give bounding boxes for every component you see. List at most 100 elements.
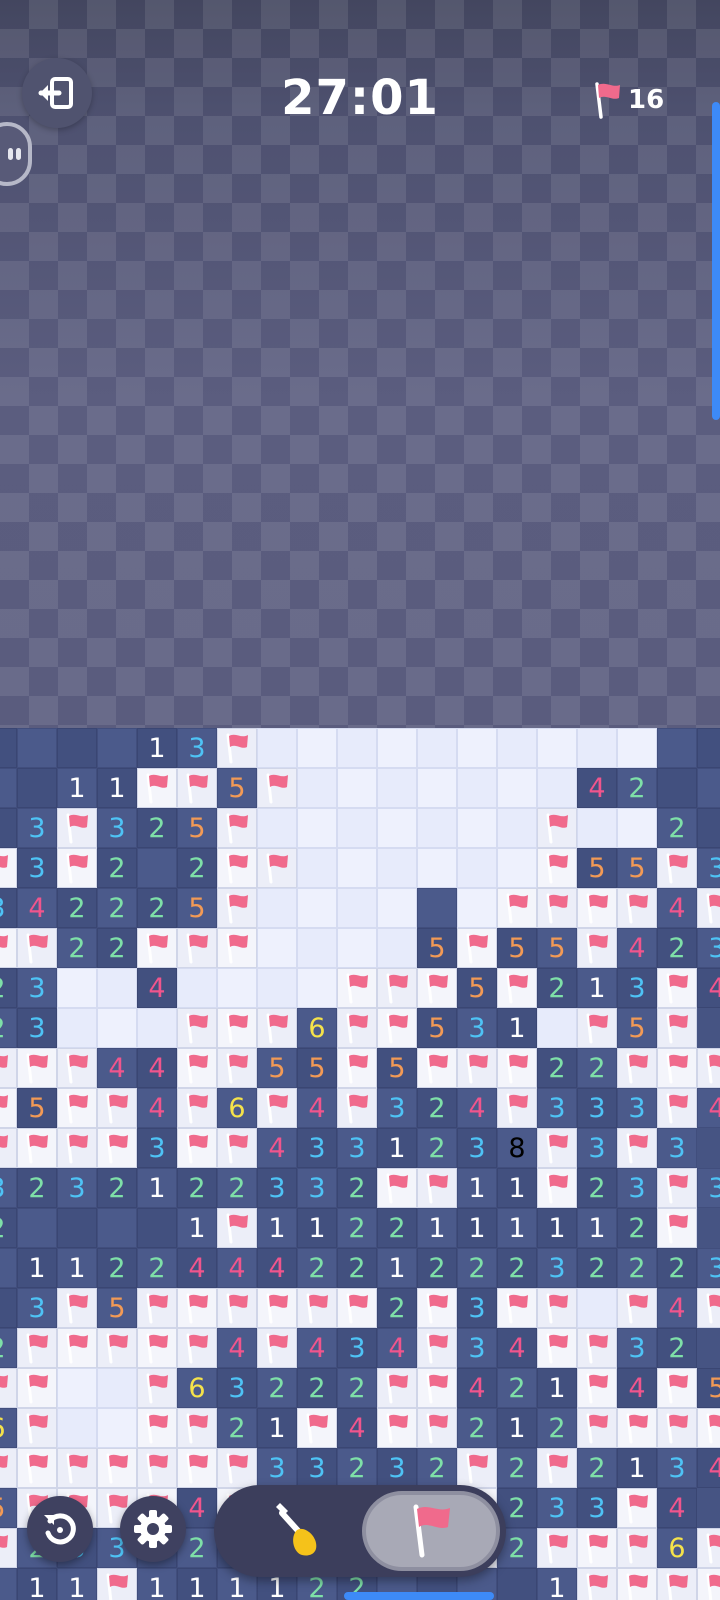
- number-tile[interactable]: 2: [17, 1168, 57, 1208]
- flagged-tile[interactable]: [697, 1048, 720, 1088]
- number-tile[interactable]: 2: [57, 888, 97, 928]
- open-tile[interactable]: [417, 848, 457, 888]
- horizontal-scrollbar[interactable]: [344, 1592, 494, 1600]
- open-tile[interactable]: [497, 728, 537, 768]
- flagged-tile[interactable]: [177, 1328, 217, 1368]
- open-tile[interactable]: [577, 728, 617, 768]
- number-tile[interactable]: 2: [337, 1448, 377, 1488]
- flagged-tile[interactable]: [57, 1288, 97, 1328]
- hidden-tile[interactable]: [57, 728, 97, 768]
- flagged-tile[interactable]: [217, 1008, 257, 1048]
- hidden-tile[interactable]: [57, 1208, 97, 1248]
- number-tile[interactable]: 2: [137, 808, 177, 848]
- flagged-tile[interactable]: [497, 1048, 537, 1088]
- number-tile[interactable]: 3: [57, 1168, 97, 1208]
- flagged-tile[interactable]: [177, 1128, 217, 1168]
- open-tile[interactable]: [257, 968, 297, 1008]
- number-tile[interactable]: 4: [297, 1328, 337, 1368]
- number-tile[interactable]: 1: [177, 1208, 217, 1248]
- flagged-tile[interactable]: [0, 1048, 17, 1088]
- flagged-tile[interactable]: [297, 1288, 337, 1328]
- number-tile[interactable]: 1: [297, 1208, 337, 1248]
- number-tile[interactable]: 6: [657, 1528, 697, 1568]
- open-tile[interactable]: [377, 928, 417, 968]
- open-tile[interactable]: [497, 808, 537, 848]
- flagged-tile[interactable]: [17, 928, 57, 968]
- flagged-tile[interactable]: [257, 768, 297, 808]
- flagged-tile[interactable]: [57, 1128, 97, 1168]
- flagged-tile[interactable]: [97, 1328, 137, 1368]
- flagged-tile[interactable]: [17, 1408, 57, 1448]
- flagged-tile[interactable]: [497, 1088, 537, 1128]
- flagged-tile[interactable]: [617, 1128, 657, 1168]
- number-tile[interactable]: 2: [97, 1168, 137, 1208]
- hidden-tile[interactable]: [417, 888, 457, 928]
- flagged-tile[interactable]: [217, 1288, 257, 1328]
- number-tile[interactable]: 2: [457, 1408, 497, 1448]
- number-tile[interactable]: 4: [617, 928, 657, 968]
- hidden-tile[interactable]: [97, 728, 137, 768]
- number-tile[interactable]: 2: [97, 848, 137, 888]
- number-tile[interactable]: 1: [57, 1568, 97, 1600]
- flagged-tile[interactable]: [537, 1328, 577, 1368]
- open-tile[interactable]: [457, 888, 497, 928]
- flagged-tile[interactable]: [297, 1408, 337, 1448]
- number-tile[interactable]: 2: [657, 1328, 697, 1368]
- number-tile[interactable]: 5: [617, 848, 657, 888]
- number-tile[interactable]: 1: [17, 1568, 57, 1600]
- open-tile[interactable]: [297, 768, 337, 808]
- flagged-tile[interactable]: [377, 968, 417, 1008]
- number-tile[interactable]: 2: [657, 1248, 697, 1288]
- flagged-tile[interactable]: [337, 1088, 377, 1128]
- number-tile[interactable]: 2: [0, 968, 17, 1008]
- number-tile[interactable]: 3: [457, 1008, 497, 1048]
- number-tile[interactable]: 4: [137, 1088, 177, 1128]
- flagged-tile[interactable]: [257, 1288, 297, 1328]
- number-tile[interactable]: 2: [417, 1448, 457, 1488]
- open-tile[interactable]: [617, 808, 657, 848]
- open-tile[interactable]: [57, 1408, 97, 1448]
- open-tile[interactable]: [377, 808, 417, 848]
- number-tile[interactable]: 2: [337, 1168, 377, 1208]
- number-tile[interactable]: 2: [497, 1448, 537, 1488]
- number-tile[interactable]: 1: [617, 1448, 657, 1488]
- flagged-tile[interactable]: [217, 1048, 257, 1088]
- number-tile[interactable]: 3: [257, 1168, 297, 1208]
- number-tile[interactable]: 1: [137, 1168, 177, 1208]
- number-tile[interactable]: 2: [537, 1408, 577, 1448]
- number-tile[interactable]: 3: [97, 808, 137, 848]
- open-tile[interactable]: [457, 848, 497, 888]
- flagged-tile[interactable]: [697, 1408, 720, 1448]
- open-tile[interactable]: [537, 768, 577, 808]
- number-tile[interactable]: 4: [257, 1248, 297, 1288]
- hidden-tile[interactable]: [97, 1208, 137, 1248]
- flagged-tile[interactable]: [17, 1368, 57, 1408]
- number-tile[interactable]: 1: [417, 1208, 457, 1248]
- flagged-tile[interactable]: [617, 1288, 657, 1328]
- number-tile[interactable]: 1: [497, 1008, 537, 1048]
- number-tile[interactable]: 3: [0, 888, 17, 928]
- number-tile[interactable]: 3: [17, 968, 57, 1008]
- hidden-tile[interactable]: [17, 728, 57, 768]
- number-tile[interactable]: 3: [257, 1448, 297, 1488]
- flagged-tile[interactable]: [337, 968, 377, 1008]
- flagged-tile[interactable]: [577, 1528, 617, 1568]
- flagged-tile[interactable]: [577, 928, 617, 968]
- flagged-tile[interactable]: [537, 888, 577, 928]
- flagged-tile[interactable]: [217, 1448, 257, 1488]
- number-tile[interactable]: 5: [617, 1008, 657, 1048]
- number-tile[interactable]: 2: [377, 1208, 417, 1248]
- flagged-tile[interactable]: [457, 928, 497, 968]
- open-tile[interactable]: [257, 808, 297, 848]
- flagged-tile[interactable]: [577, 1008, 617, 1048]
- number-tile[interactable]: 5: [97, 1288, 137, 1328]
- hidden-tile[interactable]: [0, 768, 17, 808]
- number-tile[interactable]: 3: [297, 1448, 337, 1488]
- open-tile[interactable]: [417, 728, 457, 768]
- open-tile[interactable]: [97, 1368, 137, 1408]
- flagged-tile[interactable]: [97, 1568, 137, 1600]
- flagged-tile[interactable]: [17, 1128, 57, 1168]
- flagged-tile[interactable]: [137, 1408, 177, 1448]
- flagged-tile[interactable]: [97, 1128, 137, 1168]
- flagged-tile[interactable]: [257, 1088, 297, 1128]
